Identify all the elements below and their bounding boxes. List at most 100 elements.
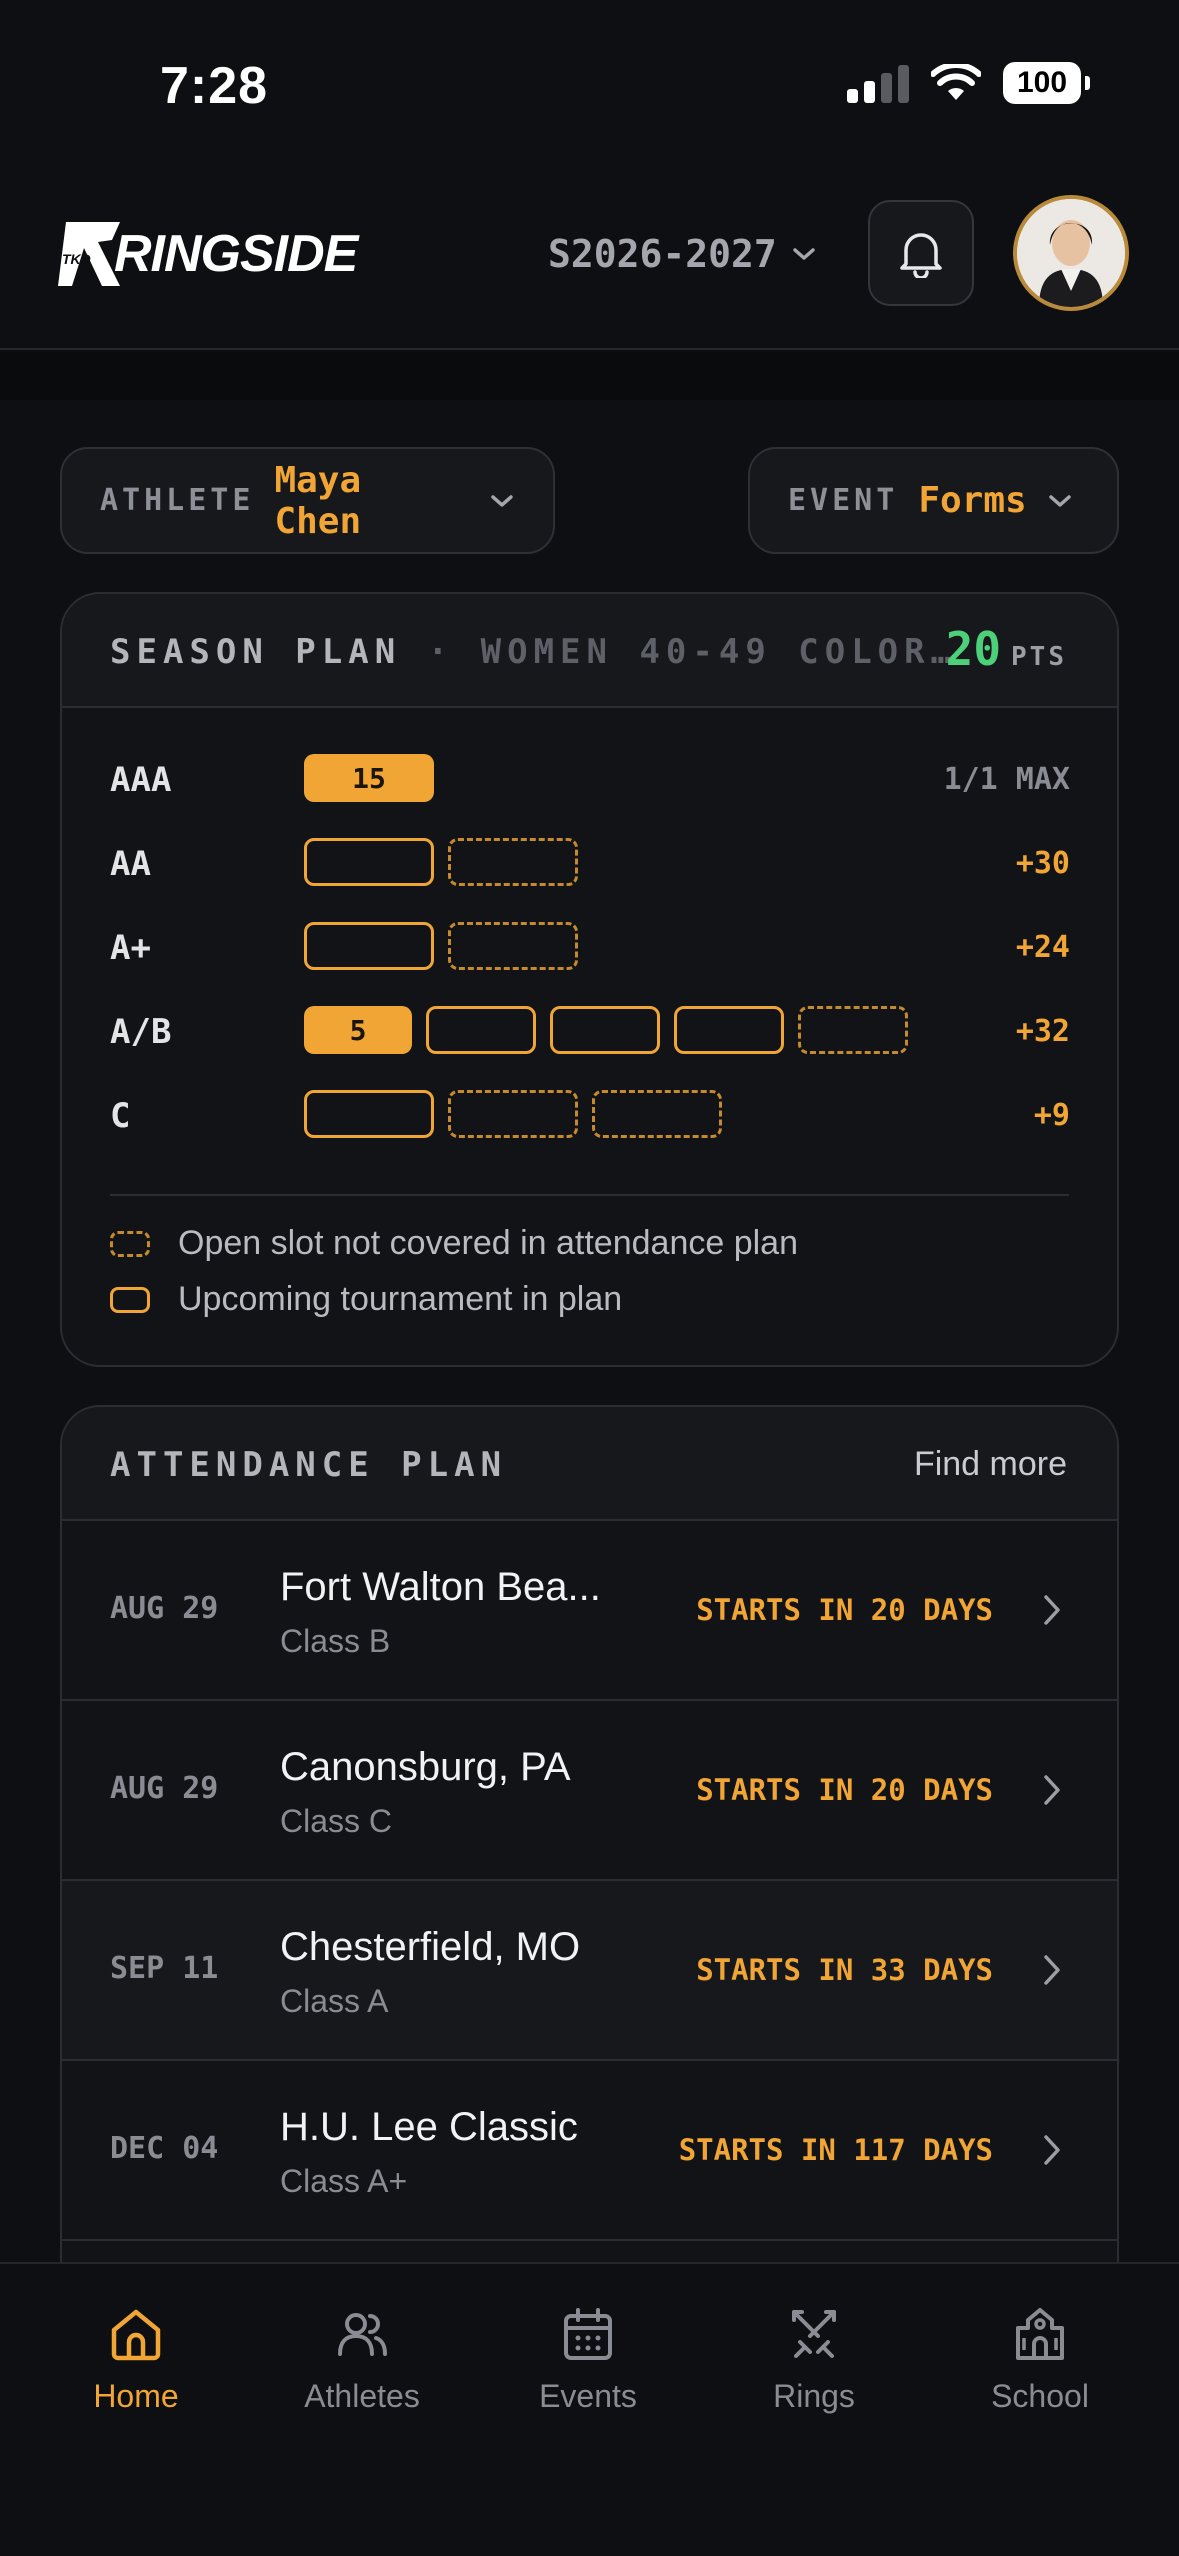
event-selector[interactable]: EVENT Forms (748, 447, 1119, 554)
event-value: Forms (918, 480, 1027, 521)
user-avatar[interactable] (1013, 195, 1129, 311)
season-plan-header: SEASON PLAN · WOMEN 40-49 COLOR… 20 PTS (62, 594, 1117, 708)
home-icon (111, 2309, 161, 2361)
event-class: Class A (280, 1983, 389, 2019)
event-name: Fort Walton Bea... (280, 1565, 601, 1609)
event-row[interactable]: AUG 29 Canonsburg, PA Class C STARTS IN … (62, 1701, 1117, 1881)
tier-points: +9 (1033, 1098, 1070, 1133)
tier-points: +32 (1015, 1014, 1070, 1049)
chevron-down-icon (793, 248, 815, 260)
chevron-down-icon (1048, 494, 1071, 507)
event-row[interactable]: DEC 04 H.U. Lee Classic Class A+ STARTS … (62, 2061, 1117, 2241)
attendance-plan-title: ATTENDANCE PLAN (110, 1445, 508, 1485)
slot-upcoming[interactable] (426, 1006, 536, 1054)
tier-points: +24 (1015, 930, 1070, 965)
slot-filled[interactable]: 15 (304, 754, 434, 802)
status-bar: 7:28 100 (0, 0, 1179, 170)
tier-label: AA (110, 844, 151, 884)
slot-open[interactable] (448, 1090, 578, 1138)
wifi-icon (931, 64, 981, 100)
event-class: Class B (280, 1623, 391, 1659)
slot-open[interactable] (448, 922, 578, 970)
nav-label: Rings (773, 2378, 855, 2414)
nav-item-rings[interactable]: Rings (724, 2304, 904, 2415)
season-value: S2026-2027 (548, 232, 777, 276)
legend-open-slot: Open slot not covered in attendance plan (110, 1224, 798, 1263)
upcoming-swatch-icon (110, 1286, 150, 1313)
nav-label: Athletes (304, 2378, 420, 2414)
status-time: 7:28 (160, 57, 269, 115)
legend-text: Upcoming tournament in plan (178, 1280, 623, 1318)
athlete-label: ATHLETE (100, 483, 255, 518)
tier-label: A+ (110, 928, 151, 968)
cellular-signal-icon (847, 63, 909, 103)
event-name: H.U. Lee Classic (280, 2105, 578, 2149)
school-icon (1016, 2308, 1064, 2360)
nav-item-events[interactable]: Events (498, 2304, 678, 2415)
tier-label: A/B (110, 1012, 172, 1052)
chevron-right-icon (1044, 1775, 1060, 1805)
attendance-plan-card: ATTENDANCE PLAN Find more AUG 29 Fort Wa… (60, 1405, 1119, 2305)
slot-filled[interactable]: 5 (304, 1006, 412, 1054)
division-text: WOMEN 40-49 COLOR… (480, 632, 958, 672)
calendar-icon (564, 2308, 612, 2360)
users-icon (338, 2313, 387, 2356)
event-status: STARTS IN 33 DAYS (696, 1953, 993, 1987)
slot-open[interactable] (448, 838, 578, 886)
event-name: Chesterfield, MO (280, 1925, 581, 1969)
nav-item-home[interactable]: Home (46, 2304, 226, 2415)
slot-upcoming[interactable] (674, 1006, 784, 1054)
season-plan-card: SEASON PLAN · WOMEN 40-49 COLOR… 20 PTS … (60, 592, 1119, 1367)
tier-row-aa: AA +30 (110, 838, 1070, 888)
tier-row-aaa: AAA 15 1/1 MAX (110, 754, 1070, 804)
chevron-right-icon (1044, 1595, 1060, 1625)
points-total: 20 PTS (946, 622, 1067, 676)
event-date: DEC 04 (110, 2131, 219, 2166)
event-row[interactable]: AUG 29 Fort Walton Bea... Class B STARTS… (62, 1521, 1117, 1701)
tier-label: C (110, 1096, 131, 1136)
slot-upcoming[interactable] (304, 838, 434, 886)
points-value: 20 (945, 622, 1002, 676)
slot-upcoming[interactable] (304, 1090, 434, 1138)
status-indicators: 100 (847, 62, 1090, 104)
profile-photo-icon (1017, 199, 1125, 307)
header-divider (0, 352, 1179, 400)
event-row[interactable]: SEP 11 Chesterfield, MO Class A STARTS I… (62, 1881, 1117, 2061)
slot-upcoming[interactable] (304, 922, 434, 970)
nav-label: School (991, 2378, 1089, 2414)
nav-item-school[interactable]: School (950, 2304, 1130, 2415)
nav-label: Home (93, 2378, 179, 2414)
swords-icon (792, 2310, 836, 2358)
app-logo: TKD RINGSIDE (58, 218, 358, 290)
event-class: Class C (280, 1803, 393, 1839)
season-plan-title: SEASON PLAN · WOMEN 40-49 COLOR… (110, 632, 957, 672)
notifications-button[interactable] (868, 200, 974, 306)
slot-open[interactable] (592, 1090, 722, 1138)
event-status: STARTS IN 20 DAYS (696, 1773, 993, 1807)
battery-icon: 100 (1003, 62, 1090, 104)
open-slot-swatch-icon (110, 1230, 150, 1257)
chevron-right-icon (1044, 2135, 1060, 2165)
slot-upcoming[interactable] (550, 1006, 660, 1054)
tier-points: 1/1 MAX (943, 762, 1070, 797)
legend-divider (110, 1194, 1069, 1196)
bottom-nav: Home Athletes Events Rings School (0, 2262, 1179, 2556)
slot-open[interactable] (798, 1006, 908, 1054)
nav-item-athletes[interactable]: Athletes (272, 2304, 452, 2415)
event-status: STARTS IN 20 DAYS (696, 1593, 993, 1627)
event-label: EVENT (788, 483, 899, 518)
event-date: AUG 29 (110, 1591, 219, 1626)
event-date: AUG 29 (110, 1771, 219, 1806)
legend-text: Open slot not covered in attendance plan (178, 1224, 798, 1262)
bell-icon (900, 233, 942, 278)
logo-text: RINGSIDE (114, 225, 358, 283)
find-more-link[interactable]: Find more (914, 1445, 1067, 1484)
athlete-selector[interactable]: ATHLETE Maya Chen (60, 447, 555, 554)
app-header: TKD RINGSIDE S2026-2027 (0, 170, 1179, 350)
tier-row-c: C +9 (110, 1090, 1070, 1140)
event-date: SEP 11 (110, 1951, 219, 1986)
season-selector[interactable]: S2026-2027 (548, 232, 817, 276)
tier-label: AAA (110, 760, 172, 800)
tier-row-a-plus: A+ +24 (110, 922, 1070, 972)
event-name: Canonsburg, PA (280, 1745, 571, 1789)
